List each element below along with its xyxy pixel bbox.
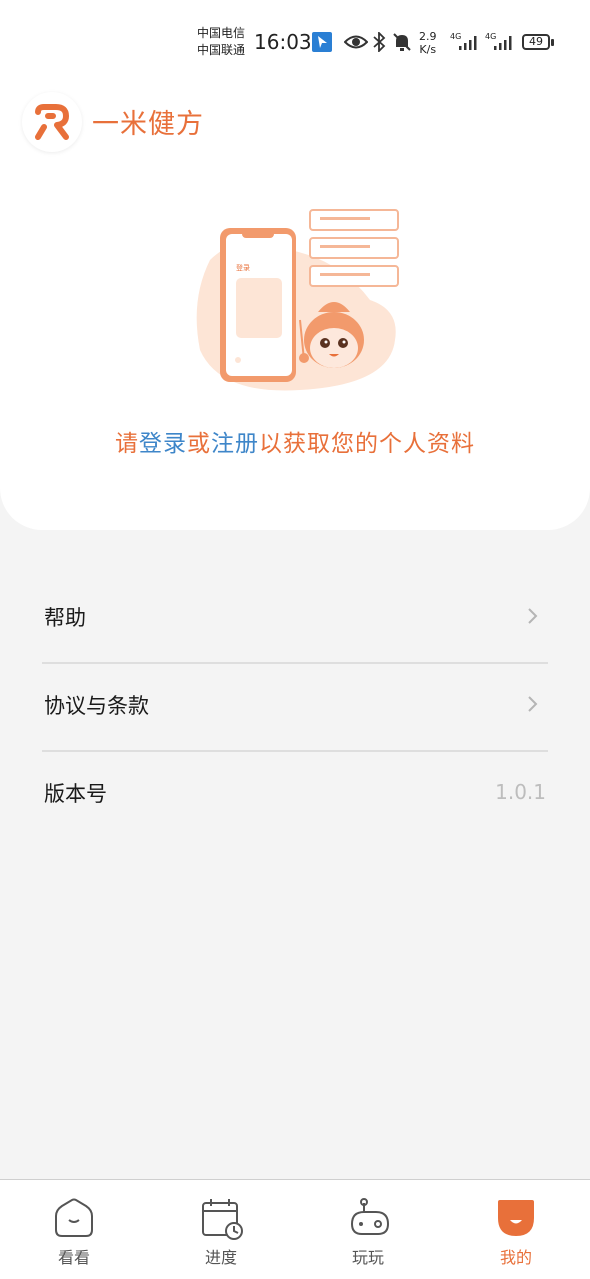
chevron-right-icon bbox=[528, 608, 538, 624]
bluetooth-icon bbox=[373, 32, 386, 52]
home-icon bbox=[55, 1198, 93, 1237]
app-logo bbox=[22, 92, 82, 152]
login-prompt: 请登录或注册以获取您的个人资料 bbox=[0, 424, 590, 458]
menu-item-version: 版本号 1.0.1 bbox=[42, 752, 548, 840]
location-arrow-icon bbox=[312, 32, 332, 52]
carrier-2: 中国联通 bbox=[197, 43, 246, 57]
app-name: 一米健方 bbox=[92, 109, 204, 140]
help-label: 帮助 bbox=[44, 606, 86, 630]
signal-icon bbox=[459, 36, 477, 50]
terms-label: 协议与条款 bbox=[44, 694, 149, 718]
carrier-1: 中国电信 bbox=[197, 26, 246, 40]
tab-progress[interactable]: 进度 bbox=[161, 1180, 281, 1279]
network-speed: 2.9 K/s bbox=[419, 30, 437, 56]
calendar-clock-icon bbox=[202, 1199, 243, 1240]
status-bar: 中国电信 中国联通 16:03 2.9 K/s 4G 4G 49 bbox=[0, 22, 590, 66]
signal-icon-2 bbox=[494, 36, 512, 50]
login-illustration: 登录 bbox=[196, 209, 399, 391]
tab-mine[interactable]: 我的 bbox=[456, 1180, 576, 1279]
prompt-text-2: 或 bbox=[187, 431, 211, 457]
tab-label: 玩玩 bbox=[351, 1248, 384, 1267]
tab-look[interactable]: 看看 bbox=[14, 1180, 134, 1279]
prompt-text-3: 以获取您的个人资料 bbox=[259, 431, 475, 457]
register-link[interactable]: 注册 bbox=[211, 431, 259, 457]
r-logo-icon bbox=[35, 104, 69, 140]
version-label: 版本号 bbox=[44, 782, 107, 806]
profile-face-icon bbox=[498, 1200, 534, 1236]
menu-item-help[interactable]: 帮助 bbox=[42, 576, 548, 664]
illustration-login-text: 登录 bbox=[236, 263, 250, 272]
mute-bell-icon bbox=[393, 33, 411, 51]
login-link[interactable]: 登录 bbox=[139, 431, 187, 457]
game-icon bbox=[350, 1198, 390, 1235]
menu-item-terms[interactable]: 协议与条款 bbox=[42, 664, 548, 752]
speed-value: 2.9 bbox=[419, 30, 437, 43]
eye-icon bbox=[344, 35, 368, 49]
version-value: 1.0.1 bbox=[495, 780, 546, 804]
status-time: 16:03 bbox=[254, 30, 312, 54]
tab-label: 看看 bbox=[57, 1248, 90, 1267]
bottom-tab-bar: 看看 进度 玩玩 我的 bbox=[0, 1179, 590, 1279]
carrier-info: 中国电信 中国联通 bbox=[197, 25, 245, 59]
battery-indicator: 49 bbox=[522, 34, 554, 50]
chevron-right-icon bbox=[528, 696, 538, 712]
prompt-text-1: 请 bbox=[115, 431, 139, 457]
speed-unit: K/s bbox=[419, 43, 437, 56]
tab-label: 我的 bbox=[499, 1248, 532, 1267]
tab-play[interactable]: 玩玩 bbox=[308, 1180, 428, 1279]
tab-label: 进度 bbox=[204, 1248, 237, 1267]
